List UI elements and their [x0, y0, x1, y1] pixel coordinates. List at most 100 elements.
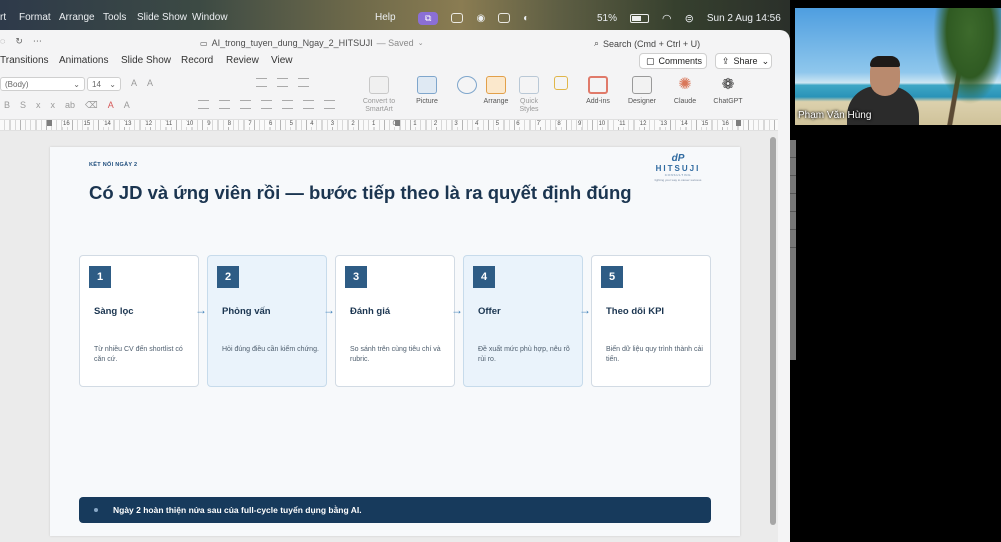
menu-slide-show[interactable]: Slide Show	[137, 12, 187, 23]
justify-icon[interactable]	[261, 100, 272, 109]
step-card-4[interactable]: 4 Offer Đề xuất mức phù hợp, nêu rõ rủi …	[463, 255, 583, 387]
convert-smartart-label: Convert to SmartArt	[362, 98, 396, 113]
comments-label: Comments	[658, 56, 703, 66]
logo-tagline: lighting your way to career success	[654, 178, 702, 182]
menu-window[interactable]: Window	[192, 12, 228, 23]
slide[interactable]: KẾT NỐI NGÀY 2 Có JD và ứng viên rồi — b…	[50, 147, 740, 536]
document-title[interactable]: ▭ AI_trong_tuyen_dung_Ngay_2_HITSUJI — S…	[200, 38, 424, 48]
share-icon: ⇪	[722, 55, 730, 66]
scrollbar-thumb[interactable]	[770, 137, 776, 525]
subscript-icon[interactable]: x	[36, 100, 41, 111]
text-direction-icon[interactable]	[303, 100, 314, 109]
strikethrough-icon[interactable]: S	[20, 100, 26, 111]
columns-icon[interactable]	[282, 100, 293, 109]
ruler-number: 11	[165, 121, 174, 127]
add-ins-button[interactable]: Add-ins	[573, 76, 623, 106]
display-icon[interactable]	[451, 13, 464, 23]
font-family-select[interactable]: (Body) ⌄	[0, 77, 85, 91]
ruler-center-marker[interactable]	[395, 120, 400, 126]
menu-format[interactable]: Format	[19, 12, 51, 23]
align-text-icon[interactable]	[324, 100, 335, 109]
ruler-number: 2	[350, 121, 356, 127]
align-left-icon[interactable]	[198, 100, 209, 109]
text-effect-icon[interactable]: A	[124, 100, 130, 111]
step-card-1[interactable]: 1 Sàng lọc Từ nhiều CV đến shortlist có …	[79, 255, 199, 387]
grow-font-icon[interactable]: A	[131, 78, 137, 88]
font-size-select[interactable]: 14 ⌄	[87, 77, 121, 91]
control-center-icon[interactable]: ⊜	[685, 12, 694, 25]
ruler-number: 3	[453, 121, 459, 127]
arrow-right-icon: →	[195, 303, 207, 317]
wallpaper-icon[interactable]	[498, 13, 511, 23]
picture-icon	[417, 76, 437, 94]
text-format-buttons: B S x x ab ⌫ A A	[4, 100, 130, 111]
superscript-icon[interactable]: x	[51, 100, 56, 111]
vertical-scrollbar[interactable]	[768, 131, 778, 542]
screen-share-icon[interactable]: ⧉	[418, 11, 439, 25]
menu-arrange[interactable]: Arrange	[59, 12, 95, 23]
indent-icon[interactable]	[298, 78, 309, 87]
claude-icon: ✺	[678, 76, 692, 93]
shape-fill-icon	[554, 76, 568, 90]
ruler-number: 15	[82, 121, 92, 127]
menu-help[interactable]: Help	[375, 12, 396, 23]
ruler-number: 9	[206, 121, 212, 127]
text-highlight-icon[interactable]: ab	[65, 100, 75, 111]
convert-smartart-button[interactable]: Convert to SmartArt	[354, 76, 404, 114]
list-buttons	[256, 78, 309, 87]
battery-icon[interactable]	[630, 13, 650, 23]
bullets-icon[interactable]	[256, 78, 267, 87]
ruler-number: 12	[144, 121, 154, 127]
ruler-indent-marker[interactable]	[47, 120, 52, 126]
tab-view[interactable]: View	[271, 55, 293, 66]
chevron-down-icon: ⌄	[417, 40, 424, 47]
ruler-right-marker[interactable]	[736, 120, 741, 126]
tab-slide-show[interactable]: Slide Show	[121, 55, 171, 66]
tab-transitions[interactable]: Transitions	[0, 55, 49, 66]
screenshot-icon[interactable]: ◉	[476, 13, 485, 24]
tab-animations[interactable]: Animations	[59, 55, 108, 66]
step-card-2[interactable]: 2 Phỏng vấn Hỏi đúng điều cần kiểm chứng…	[207, 255, 327, 387]
more-icon[interactable]: ⋯	[33, 36, 42, 47]
menu-insert[interactable]: rt	[0, 12, 6, 23]
step-number: 3	[345, 266, 367, 288]
chatgpt-button[interactable]: ❁ ChatGPT	[703, 76, 753, 106]
step-title: Offer	[478, 306, 501, 317]
tab-review[interactable]: Review	[226, 55, 259, 66]
shrink-font-icon[interactable]: A	[147, 78, 153, 88]
share-button[interactable]: ⇪ Share ⌄	[715, 53, 772, 69]
comments-button[interactable]: ▢ Comments	[639, 53, 707, 69]
font-color-icon[interactable]: A	[108, 100, 114, 111]
menu-tools[interactable]: Tools	[103, 12, 126, 23]
search-placeholder: Search (Cmd + Ctrl + U)	[603, 38, 701, 49]
redo-icon[interactable]: ↻	[15, 36, 23, 47]
participant-video[interactable]: Phạm Văn Hùng	[795, 8, 1001, 125]
bold-icon[interactable]: B	[4, 100, 10, 111]
step-description: Từ nhiều CV đến shortlist có căn cứ.	[94, 346, 183, 363]
control-icon[interactable]: ◐	[523, 13, 529, 24]
search-box[interactable]: ⌕ Search (Cmd + Ctrl + U)	[594, 38, 700, 49]
numbering-icon[interactable]	[277, 78, 288, 87]
align-center-icon[interactable]	[219, 100, 230, 109]
ruler-number: 4	[309, 121, 315, 127]
ruler-number: 8	[556, 121, 562, 127]
chatgpt-icon: ❁	[721, 76, 735, 93]
wifi-icon[interactable]: ◠	[662, 12, 672, 25]
logo-mark: dP	[671, 153, 685, 164]
horizontal-ruler[interactable]: 1615141312111098765432101234567891011121…	[0, 119, 778, 131]
step-card-3[interactable]: 3 Đánh giá So sánh trên cùng tiêu chí và…	[335, 255, 455, 387]
ribbon-tabs: Transitions Animations Slide Show Record…	[0, 53, 790, 72]
step-number: 4	[473, 266, 495, 288]
clear-format-icon[interactable]: ⌫	[85, 100, 98, 111]
step-card-5[interactable]: 5 Theo dõi KPI Biến dữ liệu quy trình th…	[591, 255, 711, 387]
comment-icon: ▢	[646, 55, 655, 66]
tab-record[interactable]: Record	[181, 55, 213, 66]
ruler-number: 6	[515, 121, 521, 127]
ruler-number: 7	[247, 121, 253, 127]
document-name: AI_trong_tuyen_dung_Ngay_2_HITSUJI	[211, 38, 373, 48]
align-right-icon[interactable]	[240, 100, 251, 109]
clock[interactable]: Sun 2 Aug 14:56	[707, 13, 781, 24]
claude-label: Claude	[673, 98, 697, 105]
undo-icon[interactable]: ◌	[0, 36, 5, 47]
bullet-icon	[94, 508, 98, 512]
